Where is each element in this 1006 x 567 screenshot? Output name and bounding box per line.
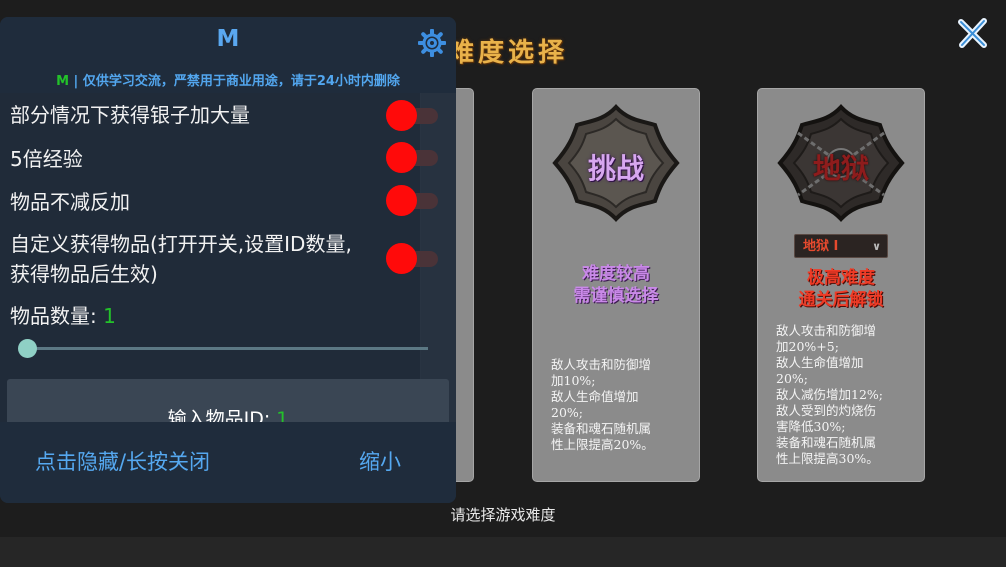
option-label-custom-item: 自定义获得物品(打开开关,设置ID数量, 获得物品后生效) (10, 229, 352, 289)
toggle-knob (386, 142, 417, 173)
hell-level-select[interactable]: 地狱 I ∨ (794, 234, 888, 258)
challenge-emblem-label: 挑战 (587, 152, 644, 185)
toggle-silver[interactable] (386, 99, 440, 131)
option-label-silver: 部分情况下获得银子加大量 (10, 103, 250, 127)
item-quantity-label: 物品数量: (10, 304, 104, 328)
challenge-heading: 难度较高 需谨慎选择 (533, 263, 699, 307)
notice-prefix: M (56, 74, 70, 89)
hide-close-button[interactable]: 点击隐藏/长按关闭 (0, 422, 245, 503)
hell-heading-line2: 通关后解锁 (798, 290, 884, 310)
bottom-strip (0, 537, 1006, 567)
toggle-knob (386, 100, 417, 131)
custom-item-label-line2: 获得物品后生效) (10, 262, 158, 286)
toggle-exp[interactable] (386, 141, 440, 173)
disclaimer-notice: M | 仅供学习交流，严禁用于商业用途，请于24小时内删除 (0, 70, 456, 89)
gear-icon[interactable] (418, 29, 446, 57)
toggle-custom-item[interactable] (386, 242, 440, 274)
notice-text: | 仅供学习交流，严禁用于商业用途，请于24小时内删除 (69, 74, 400, 89)
item-quantity-slider[interactable] (18, 338, 430, 358)
difficulty-title: 难度选择 (448, 38, 569, 68)
mod-menu-panel: M M | 仅供学习交流，严禁用于商业用途，请于24小时内删除 部分情况下获得银… (0, 17, 456, 503)
hell-description: 敌人攻击和防御增 加20%+5; 敌人生命值增加 20%; 敌人减伤增加12%;… (776, 323, 883, 466)
hell-heading-line1: 极高难度 (807, 268, 875, 288)
hell-level-value: 地狱 I (803, 239, 839, 254)
panel-title: M (216, 26, 240, 52)
close-icon[interactable] (956, 16, 990, 50)
item-quantity: 物品数量: 1 (10, 300, 116, 329)
toggle-items-increase[interactable] (386, 184, 440, 216)
slider-rail (24, 347, 428, 350)
option-label-exp: 5倍经验 (10, 147, 83, 171)
option-label-items-increase: 物品不减反加 (10, 190, 130, 214)
chevron-down-icon: ∨ (872, 240, 881, 253)
challenge-description: 敌人攻击和防御增 加10%; 敌人生命值增加 20%; 装备和魂石随机属 性上限… (551, 357, 654, 452)
panel-footer: 点击隐藏/长按关闭 缩小 (0, 422, 456, 503)
toggle-knob (386, 243, 417, 274)
difficulty-card-hell[interactable]: 地狱 地狱 I ∨ 极高难度 通关后解锁 敌人攻击和防御增 加20%+5; 敌人… (757, 88, 925, 482)
hell-emblem-label: 地狱 (812, 152, 869, 185)
challenge-heading-line2: 需谨慎选择 (573, 286, 659, 306)
difficulty-card-challenge[interactable]: 挑战 难度较高 需谨慎选择 敌人攻击和防御增 加10%; 敌人生命值增加 20%… (532, 88, 700, 482)
shrink-button[interactable]: 缩小 (305, 422, 455, 503)
hell-heading: 极高难度 通关后解锁 (758, 267, 924, 311)
select-difficulty-hint: 请选择游戏难度 (450, 506, 556, 524)
slider-thumb[interactable] (18, 339, 37, 358)
custom-item-label-line1: 自定义获得物品(打开开关,设置ID数量, (10, 232, 352, 256)
challenge-heading-line1: 难度较高 (582, 264, 650, 284)
toggle-knob (386, 185, 417, 216)
item-quantity-value: 1 (103, 304, 116, 328)
